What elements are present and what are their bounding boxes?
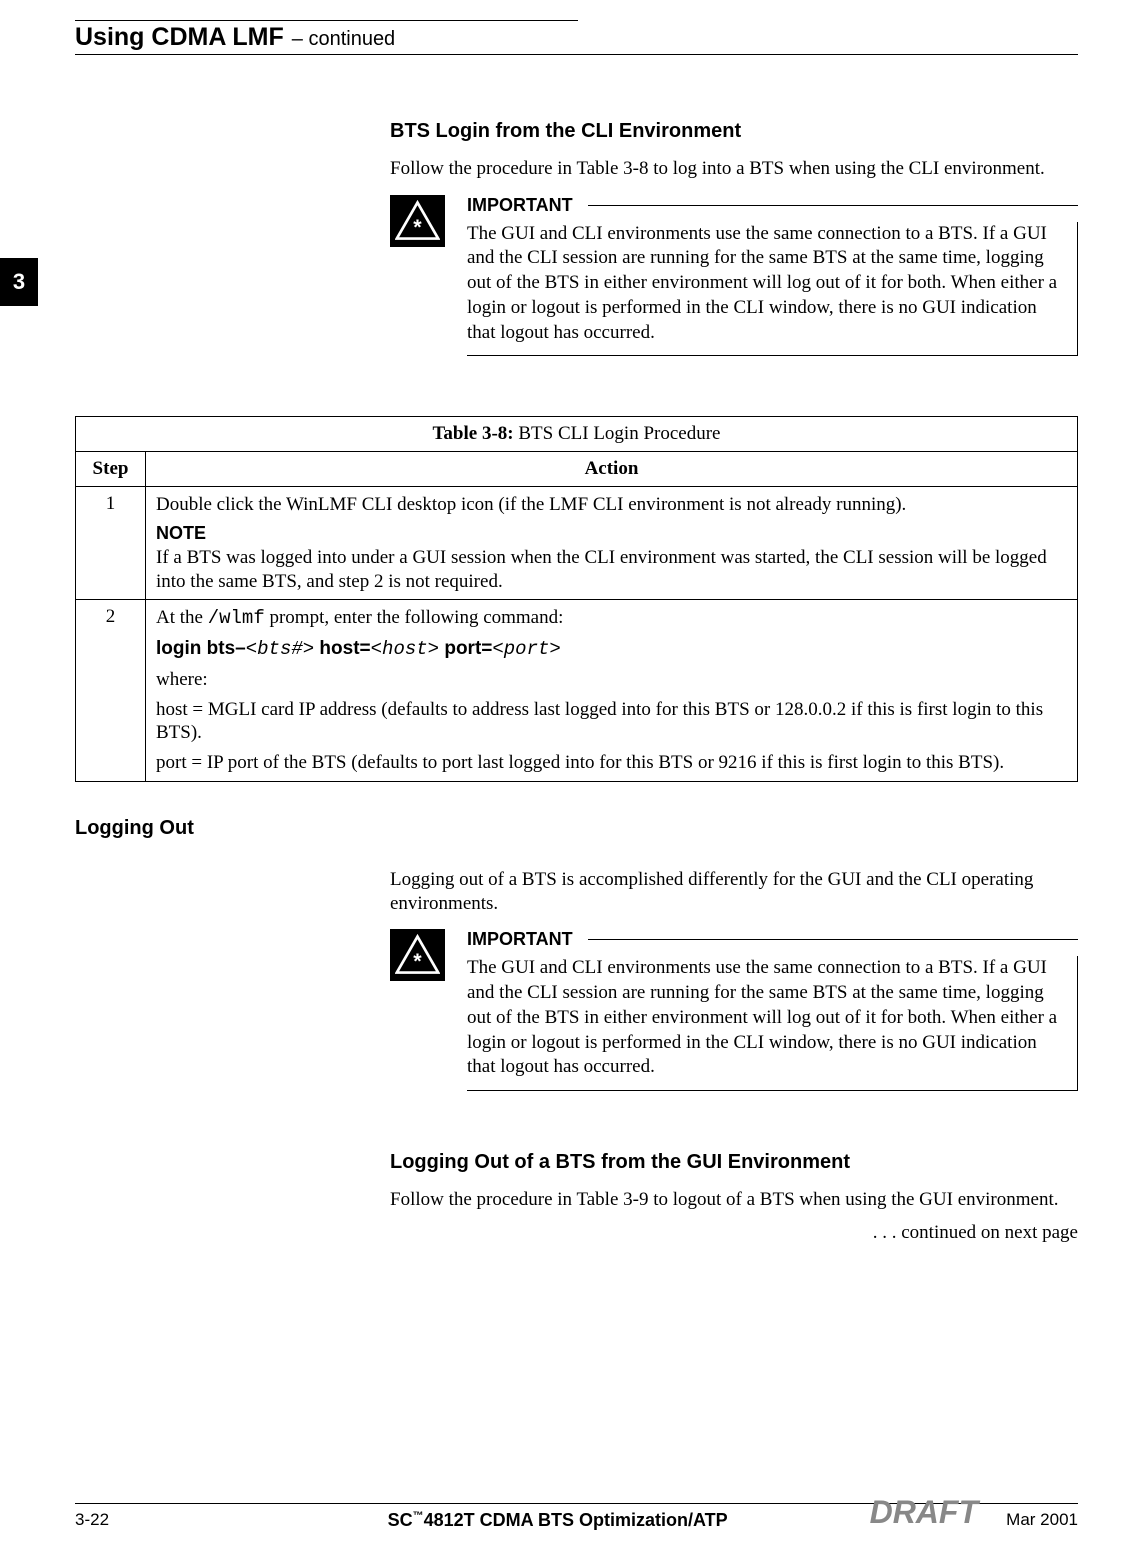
important-text-2: The GUI and CLI environments use the sam… (467, 956, 1078, 1090)
important-box-1: * IMPORTANT The GUI and CLI environments… (390, 195, 1078, 356)
cmd-e: port= (439, 638, 492, 659)
important-icon: * (390, 929, 445, 981)
logging-out-heading: Logging Out (75, 817, 1078, 840)
important-rule (588, 205, 1078, 206)
footer-page-number: 3-22 (75, 1510, 109, 1530)
important-label: IMPORTANT (467, 195, 573, 216)
page-footer: 3-22 SC™4812T CDMA BTS Optimization/ATP … (50, 1503, 1078, 1531)
section-tab: 3 (0, 258, 38, 306)
important-icon: * (390, 195, 445, 247)
row2-p5: port = IP port of the BTS (defaults to p… (156, 751, 1067, 775)
draft-watermark: DRAFT (870, 1494, 978, 1531)
important-content-1: IMPORTANT The GUI and CLI environments u… (467, 195, 1078, 356)
header-title: Using CDMA LMF (75, 23, 284, 52)
table-row: 1 Double click the WinLMF CLI desktop ic… (76, 487, 1078, 600)
footer-date: Mar 2001 (1006, 1510, 1078, 1530)
table-header-row: Step Action (76, 452, 1078, 487)
trademark-icon: ™ (413, 1510, 424, 1522)
cmd-a: login bts– (156, 638, 246, 659)
footer-center-a: SC (388, 1510, 413, 1530)
row2-p1b: /wlmf (208, 607, 265, 629)
section-bts-login: BTS Login from the CLI Environment Follo… (390, 120, 1078, 356)
important-content-2: IMPORTANT The GUI and CLI environments u… (467, 929, 1078, 1090)
footer-doc-title: SC™4812T CDMA BTS Optimization/ATP (388, 1510, 728, 1531)
svg-text:*: * (413, 948, 422, 973)
table-title-row: Table 3-8: BTS CLI Login Procedure (76, 417, 1078, 452)
cmd-f: <port> (492, 638, 560, 660)
important-header-row: IMPORTANT (467, 929, 1078, 950)
important-header-row: IMPORTANT (467, 195, 1078, 216)
logging-out-para: Logging out of a BTS is accomplished dif… (390, 868, 1078, 916)
section-logging-out: Logging out of a BTS is accomplished dif… (390, 868, 1078, 1244)
header-continued: – continued (292, 28, 395, 51)
important-box-2: * IMPORTANT The GUI and CLI environments… (390, 929, 1078, 1090)
col-step: Step (76, 452, 146, 487)
row2-p1: At the /wlmf prompt, enter the following… (156, 606, 1067, 631)
cmd-d: <host> (371, 638, 439, 660)
row2-p1a: At the (156, 607, 208, 628)
important-text-1: The GUI and CLI environments use the sam… (467, 222, 1078, 356)
table-title-rest: BTS CLI Login Procedure (514, 423, 721, 444)
page-header: Using CDMA LMF – continued (75, 23, 1078, 52)
table-title-bold: Table 3-8: (433, 423, 514, 444)
row1-p1: Double click the WinLMF CLI desktop icon… (156, 493, 1067, 517)
bts-login-para: Follow the procedure in Table 3-8 to log… (390, 157, 1078, 181)
header-rule-top (75, 20, 578, 21)
cmd-c: host= (314, 638, 370, 659)
header-rule-bottom (75, 54, 1078, 55)
logout-gui-heading: Logging Out of a BTS from the GUI Enviro… (390, 1151, 1078, 1174)
row1-p2: If a BTS was logged into under a GUI ses… (156, 546, 1067, 594)
footer-center-b: 4812T CDMA BTS Optimization/ATP (424, 1510, 728, 1530)
table-3-8: Table 3-8: BTS CLI Login Procedure Step … (75, 416, 1078, 782)
action-1: Double click the WinLMF CLI desktop icon… (146, 487, 1078, 600)
table-title-cell: Table 3-8: BTS CLI Login Procedure (76, 417, 1078, 452)
row1-note-label: NOTE (156, 523, 1067, 544)
important-label: IMPORTANT (467, 929, 573, 950)
row2-p1c: prompt, enter the following command: (265, 607, 564, 628)
row2-p4: host = MGLI card IP address (defaults to… (156, 698, 1067, 746)
continued-next-page: . . . continued on next page (390, 1222, 1078, 1244)
asterisk-triangle-icon: * (395, 200, 440, 242)
svg-text:*: * (413, 214, 422, 239)
bts-cli-login-table: Table 3-8: BTS CLI Login Procedure Step … (75, 416, 1078, 782)
step-1: 1 (76, 487, 146, 600)
important-rule (588, 939, 1078, 940)
table-row: 2 At the /wlmf prompt, enter the followi… (76, 600, 1078, 782)
action-2: At the /wlmf prompt, enter the following… (146, 600, 1078, 782)
col-action: Action (146, 452, 1078, 487)
row2-cmd: login bts–<bts#> host=<host> port=<port> (156, 637, 1067, 662)
step-2: 2 (76, 600, 146, 782)
asterisk-triangle-icon: * (395, 934, 440, 976)
bts-login-heading: BTS Login from the CLI Environment (390, 120, 1078, 143)
cmd-b: <bts#> (246, 638, 314, 660)
logout-gui-para: Follow the procedure in Table 3-9 to log… (390, 1188, 1078, 1212)
row2-p3: where: (156, 668, 1067, 692)
